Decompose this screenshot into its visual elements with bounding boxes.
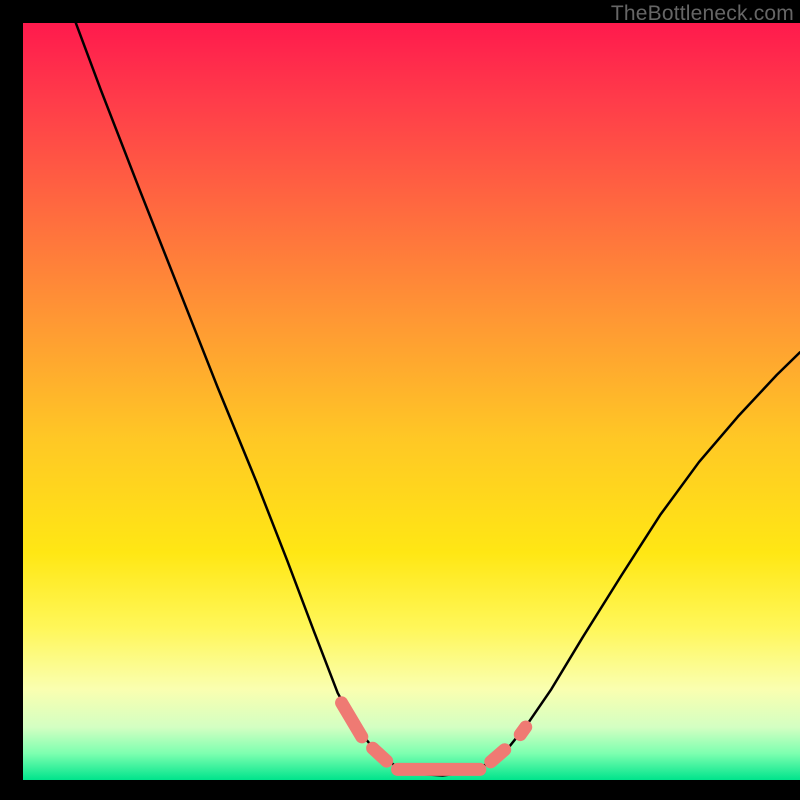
marker-segment [491, 750, 505, 762]
marker-segment [520, 727, 525, 735]
chart-plot-area [23, 23, 800, 780]
chart-frame: TheBottleneck.com [23, 0, 800, 780]
chart-svg [23, 23, 800, 780]
gradient-background [23, 23, 800, 780]
